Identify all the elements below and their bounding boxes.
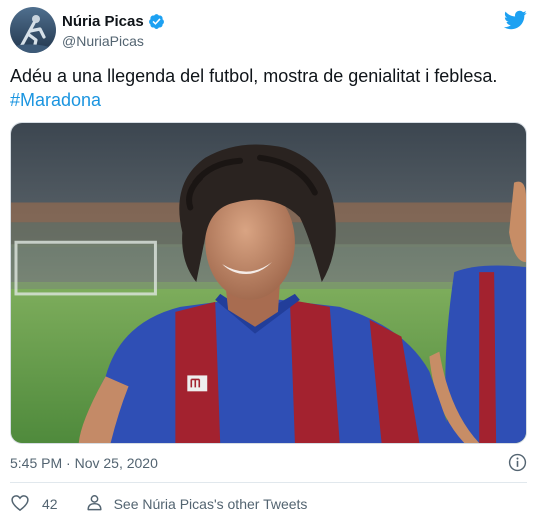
hashtag-link[interactable]: #Maradona [10, 90, 101, 110]
author-block: Núria Picas @NuriaPicas [62, 12, 165, 49]
verified-badge-icon [148, 13, 165, 30]
author-display-name[interactable]: Núria Picas [62, 13, 144, 30]
person-icon [85, 493, 104, 515]
like-count: 42 [42, 496, 58, 512]
divider [10, 482, 527, 483]
info-icon[interactable] [508, 453, 527, 472]
heart-icon [10, 493, 30, 516]
tweet-meta: 5:45 PM · Nov 25, 2020 [10, 452, 527, 474]
tweet-card: Núria Picas @NuriaPicas Adéu a una llege… [0, 0, 537, 520]
see-other-tweets-link[interactable]: See Núria Picas's other Tweets [85, 493, 308, 515]
photo-footballer-in-stadium [11, 123, 526, 443]
tweet-text-block: Adéu a una llegenda del futbol, mostra d… [10, 64, 530, 112]
see-other-tweets-label: See Núria Picas's other Tweets [113, 496, 308, 512]
like-button[interactable]: 42 [10, 493, 58, 516]
tweet-text: Adéu a una llegenda del futbol, mostra d… [10, 66, 498, 86]
tweet-timestamp[interactable]: 5:45 PM · Nov 25, 2020 [10, 455, 158, 471]
avatar[interactable] [10, 7, 56, 53]
author-handle[interactable]: @NuriaPicas [62, 33, 165, 49]
tweet-header: Núria Picas @NuriaPicas [10, 7, 527, 53]
tweet-photo[interactable] [10, 122, 527, 444]
tweet-actions: 42 See Núria Picas's other Tweets [10, 493, 307, 515]
twitter-bird-icon[interactable] [503, 8, 527, 32]
